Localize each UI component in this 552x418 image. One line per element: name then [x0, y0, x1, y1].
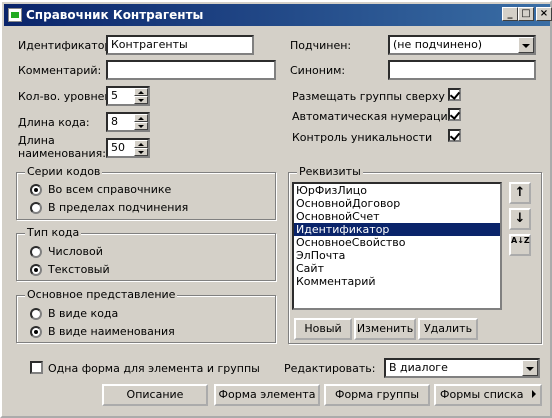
series-sub-label: В пределах подчинения: [48, 201, 189, 214]
delete-button[interactable]: Удалить: [418, 318, 478, 340]
list-item-selected[interactable]: Идентификатор: [294, 223, 500, 236]
levels-value: 5: [111, 89, 118, 102]
code-text-radio[interactable]: [30, 264, 42, 276]
series-all-label: Во всем справочнике: [48, 183, 172, 196]
subordinate-label: Подчинен:: [290, 39, 352, 52]
requisites-caption: Реквизиты: [297, 165, 363, 178]
groups-top-checkbox[interactable]: [448, 88, 461, 101]
comment-label: Комментарий:: [18, 64, 102, 77]
window-title: Справочник Контрагенты: [26, 8, 204, 22]
repr-name-label: В виде наименования: [48, 325, 175, 338]
id-label: Идентификатор:: [18, 39, 116, 52]
one-form-label: Одна форма для элемента и группы: [48, 362, 260, 375]
spin-down-icon[interactable]: [134, 148, 148, 156]
list-item[interactable]: ЭлПочта: [294, 249, 500, 262]
code-length-value: 8: [111, 115, 118, 128]
spin-up-icon[interactable]: [134, 88, 148, 96]
new-button[interactable]: Новый: [294, 318, 352, 340]
repr-code-radio[interactable]: [30, 308, 42, 320]
close-button[interactable]: ×: [536, 7, 552, 21]
auto-number-label: Автоматическая нумерация: [292, 110, 455, 123]
spin-down-icon[interactable]: [134, 96, 148, 104]
chevron-down-icon[interactable]: [522, 360, 538, 376]
levels-spinner[interactable]: 5: [106, 86, 150, 106]
list-item[interactable]: ЮрФизЛицо: [294, 184, 500, 197]
maximize-button[interactable]: □: [518, 7, 534, 21]
description-button[interactable]: Описание: [102, 384, 208, 406]
requisites-list[interactable]: ЮрФизЛицо ОсновнойДоговор ОсновнойСчет И…: [292, 182, 502, 310]
app-icon: [8, 8, 22, 22]
uniqueness-label: Контроль уникальности: [292, 131, 433, 144]
code-numeric-label: Числовой: [48, 245, 103, 258]
code-length-label: Длина кода:: [18, 116, 90, 129]
subordinate-select[interactable]: (не подчинено): [388, 35, 536, 55]
move-up-icon[interactable]: ↑: [509, 182, 531, 204]
representation-caption: Основное представление: [25, 288, 178, 301]
series-caption: Серии кодов: [25, 165, 103, 178]
series-all-radio[interactable]: [30, 184, 42, 196]
spin-up-icon[interactable]: [134, 114, 148, 122]
sort-icon[interactable]: A↓Z: [509, 234, 531, 256]
spin-up-icon[interactable]: [134, 140, 148, 148]
uniqueness-checkbox[interactable]: [448, 129, 461, 142]
code-numeric-radio[interactable]: [30, 246, 42, 258]
move-down-icon[interactable]: ↓: [509, 208, 531, 230]
code-type-caption: Тип кода: [25, 226, 82, 239]
code-length-spinner[interactable]: 8: [106, 112, 150, 132]
list-item[interactable]: Комментарий: [294, 275, 500, 288]
name-length-spinner[interactable]: 50: [106, 138, 150, 158]
id-input[interactable]: Контрагенты: [106, 35, 254, 55]
window: Справочник Контрагенты _ □ × Идентификат…: [0, 0, 552, 418]
list-item[interactable]: ОсновнойДоговор: [294, 197, 500, 210]
list-forms-label: Формы списка: [440, 388, 524, 401]
comment-input[interactable]: [106, 60, 276, 80]
auto-number-checkbox[interactable]: [448, 108, 461, 121]
groups-top-label: Размещать группы сверху: [292, 90, 445, 103]
synonym-label: Синоним:: [290, 64, 346, 77]
synonym-input[interactable]: [388, 60, 536, 80]
list-item[interactable]: ОсновноеСвойство: [294, 236, 500, 249]
chevron-down-icon[interactable]: [518, 37, 534, 53]
series-sub-radio[interactable]: [30, 202, 42, 214]
spin-down-icon[interactable]: [134, 122, 148, 130]
name-length-label-1: Длина: [18, 134, 55, 147]
subordinate-value: (не подчинено): [393, 38, 483, 51]
group-form-button[interactable]: Форма группы: [324, 384, 430, 406]
minimize-button[interactable]: _: [502, 7, 518, 21]
name-length-label-2: наименования:: [18, 147, 106, 160]
element-form-button[interactable]: Форма элемента: [214, 384, 320, 406]
edit-mode-label: Редактировать:: [284, 362, 376, 375]
chevron-right-icon: [532, 390, 536, 398]
edit-button[interactable]: Изменить: [354, 318, 416, 340]
levels-label: Кол-во. уровней:: [18, 90, 116, 103]
repr-code-label: В виде кода: [48, 307, 119, 320]
code-text-label: Текстовый: [48, 263, 110, 276]
repr-name-radio[interactable]: [30, 326, 42, 338]
edit-mode-select[interactable]: В диалоге: [384, 358, 540, 378]
edit-mode-value: В диалоге: [389, 361, 448, 374]
list-item[interactable]: Сайт: [294, 262, 500, 275]
title-bar[interactable]: Справочник Контрагенты: [4, 4, 550, 26]
list-forms-button[interactable]: Формы списка: [434, 384, 542, 406]
list-item[interactable]: ОсновнойСчет: [294, 210, 500, 223]
name-length-value: 50: [111, 141, 125, 154]
one-form-checkbox[interactable]: [30, 361, 43, 374]
